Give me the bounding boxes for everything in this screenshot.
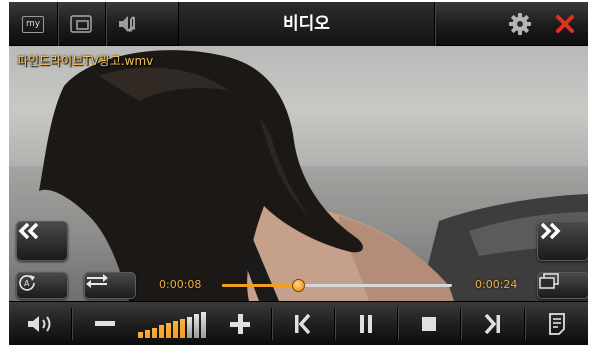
gear-icon <box>509 13 531 35</box>
repeat-icon: A <box>19 275 35 291</box>
volume-level-bar <box>138 332 143 338</box>
sound-settings-button[interactable] <box>109 6 149 42</box>
volume-level-bar <box>173 321 178 338</box>
my-icon: my <box>22 15 44 33</box>
next-button[interactable] <box>466 302 518 345</box>
repeat-button[interactable]: A <box>16 272 68 299</box>
mute-button[interactable] <box>15 302 67 345</box>
volume-level-bar <box>159 325 164 338</box>
video-frame-image <box>9 50 588 301</box>
divider <box>57 2 58 46</box>
volume-level-bar <box>166 323 171 338</box>
fast-forward-icon <box>540 222 561 240</box>
rewind-button[interactable] <box>16 221 68 261</box>
video-display[interactable]: 파인드라이브TV광고.wmv A 0:00:08 0:00:24 <box>9 46 588 301</box>
speaker-music-icon <box>119 16 136 32</box>
divider <box>524 308 525 340</box>
rewind-icon <box>18 222 39 240</box>
divider <box>397 308 398 340</box>
volume-icon <box>28 316 51 332</box>
video-filename: 파인드라이브TV광고.wmv <box>17 54 154 68</box>
settings-button[interactable] <box>500 6 540 42</box>
screen-mode-icon <box>539 273 559 289</box>
video-player-window: my 비디오 파인드라이브TV광고.wmv A 0:00:08 0:00:24 <box>9 2 588 345</box>
volume-up-button[interactable] <box>216 302 264 345</box>
window-mode-button[interactable] <box>61 6 101 42</box>
previous-button[interactable] <box>277 302 329 345</box>
volume-down-button[interactable] <box>81 302 129 345</box>
close-button[interactable] <box>545 6 585 42</box>
next-icon <box>484 314 500 334</box>
volume-level-bar <box>152 327 157 338</box>
total-time: 0:00:24 <box>475 278 518 291</box>
top-bar: my 비디오 <box>9 2 588 46</box>
pause-icon <box>360 315 372 333</box>
shuffle-icon <box>86 274 108 288</box>
fast-forward-button[interactable] <box>537 221 588 261</box>
bottom-control-bar <box>9 301 588 345</box>
playlist-icon <box>549 313 565 335</box>
volume-level-bar <box>180 318 185 338</box>
window-icon <box>70 15 92 33</box>
close-icon <box>556 15 574 33</box>
seek-bar[interactable] <box>222 279 452 292</box>
screen-mode-button[interactable] <box>537 272 588 299</box>
divider <box>71 308 72 340</box>
stop-button[interactable] <box>403 302 455 345</box>
divider <box>460 308 461 340</box>
shuffle-button[interactable] <box>84 272 136 299</box>
stop-icon <box>422 317 436 331</box>
playlist-button[interactable] <box>531 302 583 345</box>
seek-bar-progress <box>222 284 298 287</box>
page-title: 비디오 <box>179 2 434 46</box>
plus-icon <box>230 314 250 334</box>
volume-level-bar <box>187 316 192 338</box>
divider <box>434 2 435 46</box>
volume-level-bar <box>194 314 199 338</box>
volume-level-bar <box>145 329 150 338</box>
minus-icon <box>95 321 115 326</box>
divider <box>334 308 335 340</box>
elapsed-time: 0:00:08 <box>159 278 202 291</box>
divider <box>271 308 272 340</box>
svg-text:A: A <box>24 279 30 288</box>
pause-button[interactable] <box>340 302 392 345</box>
volume-level-meter[interactable] <box>138 310 208 338</box>
my-button[interactable]: my <box>13 6 53 42</box>
divider <box>105 2 106 46</box>
seek-handle[interactable] <box>291 279 305 292</box>
volume-level-bar <box>201 312 206 338</box>
previous-icon <box>295 314 311 334</box>
